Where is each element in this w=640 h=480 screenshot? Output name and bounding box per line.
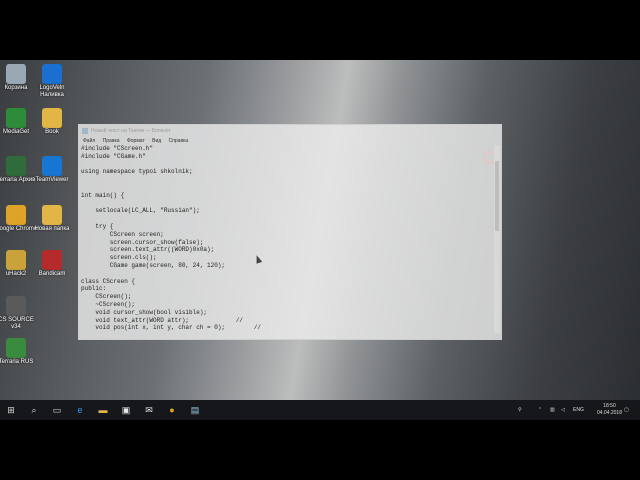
tray-person-icon[interactable]: ⚲	[518, 400, 522, 420]
desktop-icon[interactable]: Book	[30, 108, 74, 136]
tray-expand-icon[interactable]: ⌃	[538, 400, 542, 420]
tray-network-icon[interactable]: ▥	[550, 400, 555, 420]
window-title: Новый текст на Ткачев — Блокнот	[91, 128, 171, 134]
notepad-icon	[82, 128, 88, 134]
menu-edit[interactable]: Правка	[103, 138, 120, 144]
notepad-window[interactable]: Новый текст на Ткачев — Блокнот Файл Пра…	[78, 124, 502, 340]
taskbar: ⊞ ⌕ ▭ e ▬ ▣ ✉ ● ▤ ⚲ ⌃ ▥ ◁ ENG 18:50 04.0…	[0, 400, 640, 420]
clock[interactable]: 18:50 04.04.2018	[597, 403, 622, 417]
desktop-icon-label: Новая папка	[34, 226, 70, 232]
recycle-bin-icon	[6, 64, 26, 84]
desktop-icon[interactable]: LogoVeln Наливка	[30, 64, 74, 99]
desktop-icon-label: LogoVeln Наливка	[39, 85, 65, 98]
desktop-icon[interactable]: Bandicam	[30, 250, 74, 278]
clock-time: 18:50	[603, 403, 616, 409]
app-icon	[6, 250, 26, 270]
notepad-taskbar-icon[interactable]: ▤	[188, 403, 202, 417]
menu-view[interactable]: Вид	[152, 138, 161, 144]
desktop-icon[interactable]: CS SOURCE v34	[0, 296, 38, 331]
mail-icon[interactable]: ✉	[142, 403, 156, 417]
terraria-icon	[6, 338, 26, 358]
desktop-icon[interactable]: TeamViewer	[30, 156, 74, 184]
folder-icon	[42, 205, 62, 225]
menu-help[interactable]: Справка	[169, 138, 189, 144]
chrome-taskbar-icon[interactable]: ●	[165, 403, 179, 417]
cs-icon	[6, 296, 26, 316]
edge-icon[interactable]: e	[73, 403, 87, 417]
menu-format[interactable]: Формат	[127, 138, 145, 144]
scrollbar-thumb[interactable]	[495, 161, 499, 231]
store-icon[interactable]: ▣	[119, 403, 133, 417]
desktop-icon-label: Book	[45, 129, 59, 135]
menu-file[interactable]: Файл	[83, 138, 95, 144]
app-icon	[42, 64, 62, 84]
vertical-scrollbar[interactable]	[494, 145, 500, 333]
desktop-icon-label: TeamViewer	[35, 177, 69, 183]
teamviewer-icon	[42, 156, 62, 176]
bandicam-icon	[42, 250, 62, 270]
desktop-icon-label: Bandicam	[38, 271, 66, 277]
tray-volume-icon[interactable]: ◁	[561, 400, 565, 420]
chrome-icon	[6, 205, 26, 225]
folder-icon	[42, 108, 62, 128]
desktop-icon[interactable]: Новая папка	[30, 205, 74, 233]
desktop-icon-label: CS SOURCE v34	[0, 317, 34, 330]
desktop: Корзина LogoVeln Наливка MediaGet Book Terra…	[0, 60, 640, 400]
app-icon	[6, 156, 26, 176]
desktop-icon-label: Terraria RUS	[0, 359, 34, 365]
tray-lang[interactable]: ENG	[573, 400, 584, 420]
desktop-icon[interactable]: Terraria RUS	[0, 338, 38, 366]
file-explorer-icon[interactable]: ▬	[96, 403, 110, 417]
task-view-icon[interactable]: ▭	[50, 403, 64, 417]
window-titlebar[interactable]: Новый текст на Ткачев — Блокнот	[79, 125, 501, 137]
search-icon[interactable]: ⌕	[27, 403, 41, 417]
app-icon	[6, 108, 26, 128]
windows-start-icon[interactable]: ⊞	[4, 403, 18, 417]
text-editor[interactable]: #include "CScreen.h" #include "CGame.h" …	[79, 145, 493, 333]
clock-date: 04.04.2018	[596, 410, 622, 416]
menu-bar: Файл Правка Формат Вид Справка	[79, 137, 501, 145]
action-center-icon[interactable]: ▢	[624, 400, 629, 420]
